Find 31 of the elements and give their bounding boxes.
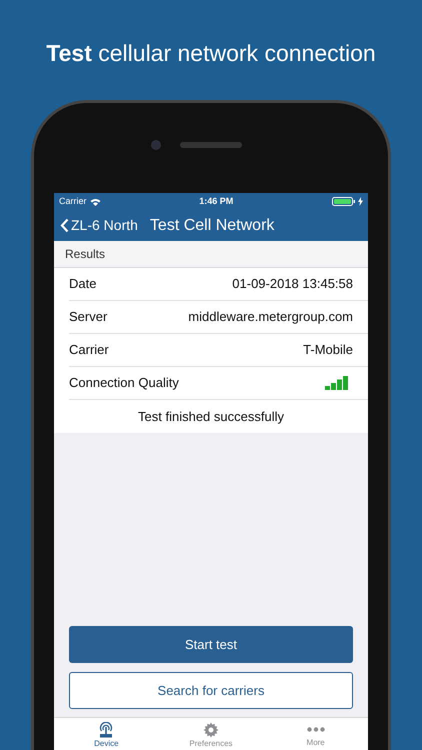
row-value: middleware.metergroup.com: [188, 308, 353, 326]
carrier-label: Carrier: [59, 194, 87, 208]
status-message: Test finished successfully: [138, 408, 284, 426]
battery-icon: [332, 197, 356, 206]
tab-label: Preferences: [189, 738, 233, 750]
tab-label: Device: [94, 738, 119, 750]
section-header: Results: [65, 246, 106, 263]
row-value: 01-09-2018 13:45:58: [232, 275, 353, 294]
more-icon: [306, 727, 325, 732]
wifi-icon: [90, 198, 101, 206]
charging-icon: [358, 197, 363, 206]
row-label: Connection Quality: [69, 374, 179, 392]
screen-title: Test Cell Network: [150, 216, 274, 236]
speaker-grille: [180, 142, 242, 148]
headline: Test cellular network connection: [46, 39, 376, 68]
chevron-left-icon: [60, 218, 69, 233]
camera-lens: [151, 140, 161, 150]
settings-icon: [202, 722, 219, 738]
antenna-icon: [98, 722, 114, 738]
back-button[interactable]: ZL-6 North: [60, 215, 138, 236]
tab-item[interactable]: Device: [54, 718, 159, 750]
tab-item[interactable]: Preferences: [158, 718, 264, 750]
row-label: Carrier: [69, 341, 109, 360]
row-value: T-Mobile: [303, 341, 353, 360]
row-label: Server: [69, 308, 108, 326]
tab-label: More: [306, 737, 325, 749]
signal-strength-icon: [325, 376, 349, 390]
row-label: Date: [69, 275, 96, 294]
status-time: 1:46 PM: [199, 194, 234, 208]
search-carriers-button[interactable]: Search for carriers: [69, 672, 353, 709]
start-test-button[interactable]: Start test: [69, 626, 353, 663]
